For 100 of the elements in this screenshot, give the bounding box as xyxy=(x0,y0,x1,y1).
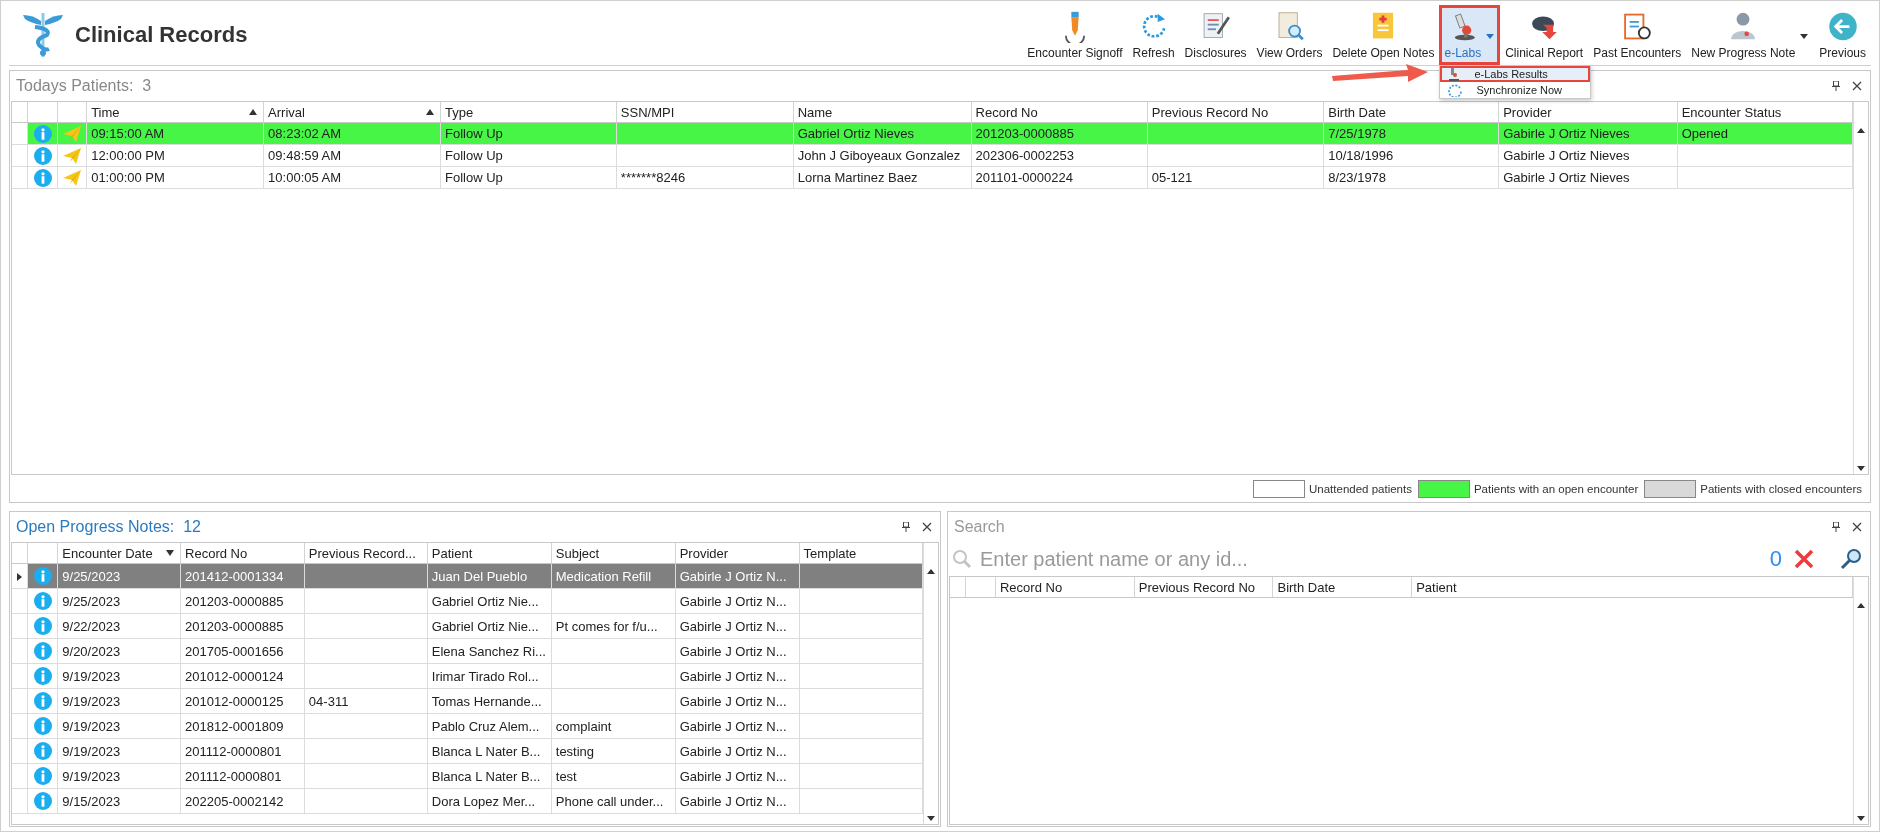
column-header[interactable]: Encounter Date xyxy=(57,543,181,564)
scroll-down-icon[interactable] xyxy=(1857,816,1865,821)
table-cell: 08:23:02 AM xyxy=(263,122,441,145)
table-cell: 201101-0000224 xyxy=(971,166,1148,189)
table-cell: Irimar Tirado Rol... xyxy=(427,663,552,689)
close-icon[interactable] xyxy=(922,522,932,532)
paper-plane-icon xyxy=(63,147,82,164)
microscope-icon xyxy=(1448,67,1461,81)
info-icon xyxy=(33,717,52,735)
table-cell: 9/22/2023 xyxy=(57,613,181,639)
menu-item[interactable]: Synchronize Now xyxy=(1440,82,1591,98)
clear-button[interactable] xyxy=(1794,549,1814,569)
table-cell: Gabirle J Ortiz N... xyxy=(675,663,800,689)
toolbar-button[interactable]: Past Encounters xyxy=(1588,5,1687,65)
table-cell: 9/25/2023 xyxy=(57,563,181,589)
table-cell: Gabirle J Ortiz N... xyxy=(675,638,800,664)
pin-icon[interactable] xyxy=(1832,522,1840,532)
menu-item[interactable]: e-Labs Results xyxy=(1440,66,1591,82)
table-cell: 9/20/2023 xyxy=(57,638,181,664)
table-cell: *******8246 xyxy=(616,166,794,189)
table-cell: Lorna Martinez Baez xyxy=(793,166,972,189)
panel-title: Open Progress Notes: 12 xyxy=(16,518,201,536)
column-header[interactable]: Birth Date xyxy=(1272,577,1412,598)
toolbar-button[interactable]: Refresh xyxy=(1127,5,1180,65)
column-header[interactable]: Subject xyxy=(551,543,676,564)
column-header[interactable]: Birth Date xyxy=(1323,102,1499,123)
column-header[interactable]: Template xyxy=(799,543,923,564)
result-count: 0 xyxy=(1769,546,1782,572)
table-cell: Gabirle J Ortiz N... xyxy=(675,588,800,614)
pin-icon[interactable] xyxy=(1832,81,1840,91)
column-header[interactable]: Provider xyxy=(675,543,800,564)
table-cell: Gabirle J Ortiz N... xyxy=(675,613,800,639)
caduceus-logo xyxy=(23,13,63,57)
toolbar-button[interactable]: Delete Open Notes xyxy=(1327,5,1440,65)
close-icon[interactable] xyxy=(1852,522,1862,532)
column-header[interactable]: Provider xyxy=(1498,102,1678,123)
table-cell: 201203-0000885 xyxy=(971,122,1148,145)
table-cell: 9/25/2023 xyxy=(57,588,181,614)
table-cell: test xyxy=(551,763,676,789)
search-icon xyxy=(952,549,972,569)
column-header[interactable]: SSN/MPI xyxy=(616,102,794,123)
column-header[interactable]: Previous Record No xyxy=(1134,577,1273,598)
column-header[interactable]: Time xyxy=(86,102,264,123)
table-cell: Elena Sanchez Ri... xyxy=(427,638,552,664)
table-cell: 9/19/2023 xyxy=(57,663,181,689)
table-cell: Blanca L Nater B... xyxy=(427,763,552,789)
column-header[interactable]: Previous Record... xyxy=(304,543,428,564)
column-header[interactable]: Record No xyxy=(180,543,305,564)
column-header[interactable]: Record No xyxy=(995,577,1135,598)
column-header[interactable]: Patient xyxy=(427,543,552,564)
toolbar-button[interactable]: Previous xyxy=(1814,5,1871,65)
toolbar-button[interactable]: Clinical Report xyxy=(1500,5,1589,65)
table-cell: Gabirle J Ortiz N... xyxy=(675,788,800,814)
column-header[interactable]: Type xyxy=(440,102,617,123)
close-icon[interactable] xyxy=(1852,81,1862,91)
info-icon xyxy=(33,767,52,785)
toolbar-button[interactable]: Encounter Signoff xyxy=(1022,5,1128,65)
row-pointer-icon xyxy=(17,572,23,581)
pin-icon[interactable] xyxy=(902,522,910,532)
table-cell: Juan Del Pueblo xyxy=(427,563,552,589)
table-cell: testing xyxy=(551,738,676,764)
column-header[interactable]: Record No xyxy=(971,102,1148,123)
table-cell: 201412-0001334 xyxy=(180,563,305,589)
search-button[interactable] xyxy=(1840,548,1862,570)
table-cell: Gabirle J Ortiz Nieves xyxy=(1498,166,1678,189)
column-header[interactable]: Previous Record No xyxy=(1147,102,1324,123)
table-cell: Blanca L Nater B... xyxy=(427,738,552,764)
info-icon xyxy=(33,592,52,610)
scroll-up-icon[interactable] xyxy=(927,569,935,574)
table-cell: 201012-0000125 xyxy=(180,688,305,714)
info-icon xyxy=(33,792,52,810)
info-icon xyxy=(33,692,52,710)
table-cell: Gabriel Ortiz Nieves xyxy=(793,122,972,145)
table-cell: Gabirle J Ortiz N... xyxy=(675,713,800,739)
table-cell: 9/15/2023 xyxy=(57,788,181,814)
toolbar-button[interactable]: New Progress Note xyxy=(1686,5,1815,65)
toolbar-button[interactable]: Disclosures xyxy=(1179,5,1252,65)
column-header[interactable]: Encounter Status xyxy=(1677,102,1853,123)
table-cell: 9/19/2023 xyxy=(57,688,181,714)
table-cell: complaint xyxy=(551,713,676,739)
scroll-down-icon[interactable] xyxy=(1857,466,1865,471)
table-cell: John J Giboyeaux Gonzalez xyxy=(793,144,972,167)
paper-plane-icon xyxy=(63,125,82,142)
scroll-down-icon[interactable] xyxy=(927,816,935,821)
toolbar-button[interactable]: e-Labs xyxy=(1439,5,1501,65)
column-header[interactable]: Patient xyxy=(1411,577,1853,598)
table-cell: 8/23/1978 xyxy=(1323,166,1499,189)
table-cell: Gabirle J Ortiz N... xyxy=(675,738,800,764)
info-icon xyxy=(33,124,52,143)
table-cell: 10:00:05 AM xyxy=(263,166,441,189)
scroll-up-icon[interactable] xyxy=(1857,603,1865,608)
table-cell: Pt comes for f/u... xyxy=(551,613,676,639)
column-header[interactable]: Arrival xyxy=(263,102,441,123)
search-field[interactable]: Enter patient name or any id... xyxy=(978,546,1764,572)
table-cell: Dora Lopez Mer... xyxy=(427,788,552,814)
toolbar-button[interactable]: View Orders xyxy=(1251,5,1328,65)
table-cell: 10/18/1996 xyxy=(1323,144,1499,167)
column-header[interactable]: Name xyxy=(793,102,972,123)
table-cell: Gabirle J Ortiz Nieves xyxy=(1498,144,1678,167)
scroll-up-icon[interactable] xyxy=(1857,128,1865,133)
